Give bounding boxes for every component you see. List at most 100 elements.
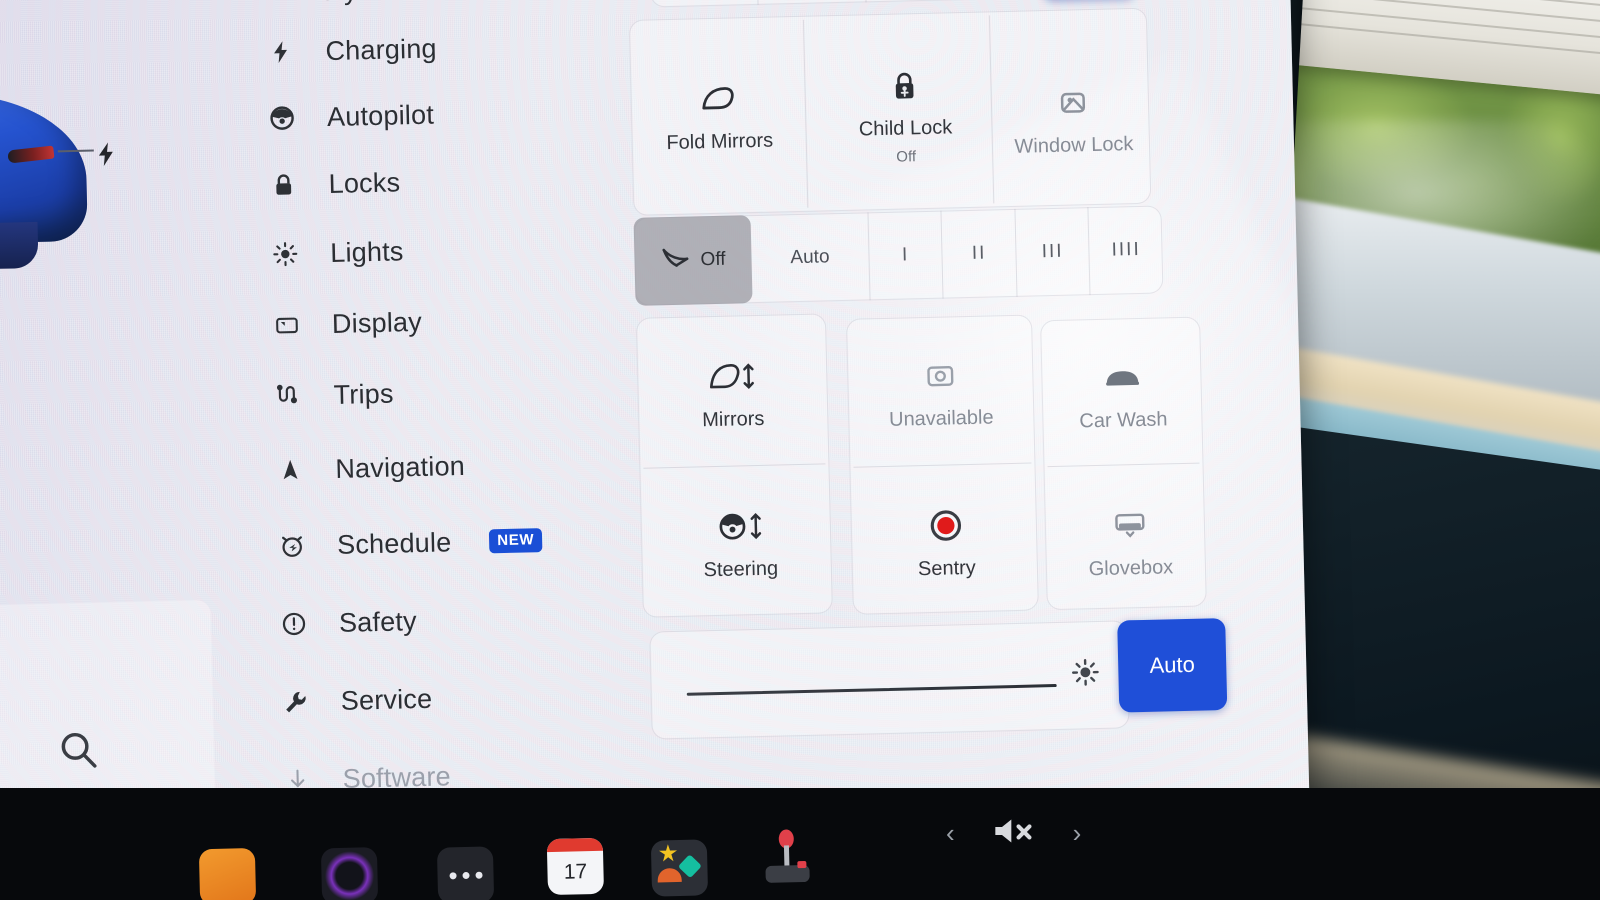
brightness-auto-button[interactable]: Auto (1117, 618, 1228, 713)
chevron-right-icon[interactable]: › (1073, 818, 1082, 849)
trips-icon (271, 379, 306, 414)
mirror-adjust-icon (707, 355, 758, 396)
chevron-left-icon[interactable]: ‹ (946, 818, 955, 849)
sidebar-item-service[interactable]: Service (278, 666, 639, 730)
dynamics-icon (262, 0, 297, 10)
wiper-option-label: III (1041, 240, 1064, 263)
lights-option-on[interactable]: On (863, 0, 974, 3)
volume-muted-icon[interactable] (991, 815, 1037, 852)
car-wash-tile[interactable]: Car Wash (1044, 325, 1201, 465)
tile-label: Unavailable (888, 405, 994, 431)
child-lock-tile[interactable]: Child Lock Off (819, 33, 991, 197)
sidebar-item-lights[interactable]: Lights (268, 218, 629, 282)
sidebar-item-label: Lights (329, 235, 404, 268)
fold-mirrors-icon (699, 78, 738, 119)
wiper-option-1[interactable]: I (868, 210, 944, 301)
tile-label: Child Lock (858, 116, 953, 141)
brightness-card (649, 620, 1130, 740)
sentry-tile[interactable]: Sentry (856, 473, 1037, 613)
wiper-option-label: I (901, 244, 910, 266)
brightness-sun-icon (1068, 655, 1103, 695)
fold-mirrors-tile[interactable]: Fold Mirrors (633, 34, 805, 198)
wiper-option-2[interactable]: II (941, 208, 1018, 299)
wiper-option-3[interactable]: III (1015, 207, 1091, 297)
alert-circle-icon (277, 607, 312, 642)
sidebar-item-autopilot[interactable]: Autopilot (264, 82, 625, 146)
glovebox-icon (1112, 504, 1147, 545)
sidebar-item-label: Service (340, 683, 433, 716)
mirrors-tile[interactable]: Mirrors (640, 323, 825, 463)
wiper-option-4[interactable]: IIII (1089, 205, 1164, 295)
wiper-option-label: Auto (790, 246, 830, 269)
orange-app-icon[interactable] (198, 847, 257, 900)
sidebar-item-locks[interactable]: Locks (266, 149, 627, 213)
steering-tile[interactable]: Steering (648, 473, 833, 613)
alarm-clock-icon (275, 529, 310, 564)
calendar-app-icon[interactable]: 17 (546, 837, 605, 896)
sentry-record-icon (928, 505, 963, 546)
sidebar-item-trips[interactable]: Trips (271, 360, 632, 424)
camera-app-icon[interactable] (320, 847, 379, 900)
steering-adjust-icon (714, 505, 765, 546)
vehicle-render[interactable] (0, 70, 140, 317)
tile-sublabel: Off (896, 148, 917, 166)
wiper-option-label: Off (700, 248, 726, 271)
wrench-icon (278, 685, 313, 720)
sidebar-item-label: Dynamics (324, 0, 445, 7)
lights-option-parking[interactable]: Parking (756, 0, 867, 5)
sidebar-item-label: Autopilot (326, 99, 435, 132)
sidebar-item-label: Schedule (336, 526, 452, 560)
tile-label: Window Lock (1014, 132, 1134, 158)
sidebar-item-label: Locks (328, 166, 401, 199)
lights-mode-segmented-control[interactable]: Off Parking On Auto (648, 0, 1081, 8)
tile-label: Mirrors (701, 407, 765, 431)
sidebar-item-label: Safety (338, 605, 418, 638)
calendar-day-label: 17 (563, 860, 588, 884)
tile-label: Car Wash (1079, 407, 1168, 432)
wiper-option-auto[interactable]: Auto (750, 212, 871, 304)
camera-unavailable-tile: Unavailable (850, 323, 1031, 463)
bottom-taskbar[interactable]: 17 ‹ › (0, 788, 1600, 900)
screenshot-root: Dynamics Charging Autopilot (0, 0, 1600, 900)
sidebar-item-charging[interactable]: Charging (263, 16, 624, 80)
lights-option-off[interactable]: Off (648, 0, 759, 8)
navigation-arrow-icon (273, 453, 308, 488)
joystick-app-icon[interactable] (759, 829, 816, 892)
sidebar-item-navigation[interactable]: Navigation (273, 434, 634, 498)
settings-sidebar[interactable]: Dynamics Charging Autopilot (222, 0, 642, 851)
window-lock-tile[interactable]: Window Lock (991, 38, 1155, 202)
camera-icon (925, 355, 956, 396)
tile-label: Glovebox (1088, 555, 1174, 580)
sidebar-item-label: Trips (333, 378, 394, 410)
more-dots-icon[interactable] (436, 846, 495, 900)
media-controls[interactable]: ‹ › (946, 815, 1081, 852)
charging-bolt-icon[interactable] (91, 136, 120, 173)
sidebar-item-safety[interactable]: Safety (276, 588, 637, 652)
controls-pane: Off Parking On Auto (628, 0, 1270, 841)
sidebar-item-label: Navigation (335, 450, 466, 484)
wiper-option-off[interactable]: Off (633, 215, 753, 306)
sidebar-item-label: Display (331, 306, 423, 339)
display-icon (270, 308, 305, 343)
sidebar-item-label: Charging (325, 32, 438, 66)
search-icon[interactable] (55, 726, 104, 775)
tesla-touchscreen[interactable]: Dynamics Charging Autopilot (0, 0, 1311, 858)
vehicle-visual-panel (0, 0, 242, 858)
vehicle-rocker (0, 221, 39, 273)
wiper-segmented-control[interactable]: Off Auto I II III IIII (633, 205, 1164, 306)
lock-icon (266, 168, 301, 203)
sidebar-item-schedule[interactable]: Schedule NEW (275, 510, 636, 574)
sidebar-item-display[interactable]: Display (269, 289, 630, 353)
window-lock-icon (1057, 82, 1088, 123)
wiper-option-label: IIII (1111, 238, 1141, 261)
child-lock-icon (889, 65, 920, 106)
tile-label: Sentry (917, 556, 977, 580)
arcade-app-icon[interactable] (650, 839, 709, 897)
tile-label: Steering (703, 557, 779, 581)
bolt-icon (263, 35, 298, 70)
glovebox-tile[interactable]: Glovebox (1052, 472, 1209, 612)
car-front-icon (1103, 356, 1142, 397)
steering-wheel-icon (265, 101, 300, 136)
new-badge: NEW (489, 528, 543, 554)
wiper-icon (660, 246, 691, 277)
